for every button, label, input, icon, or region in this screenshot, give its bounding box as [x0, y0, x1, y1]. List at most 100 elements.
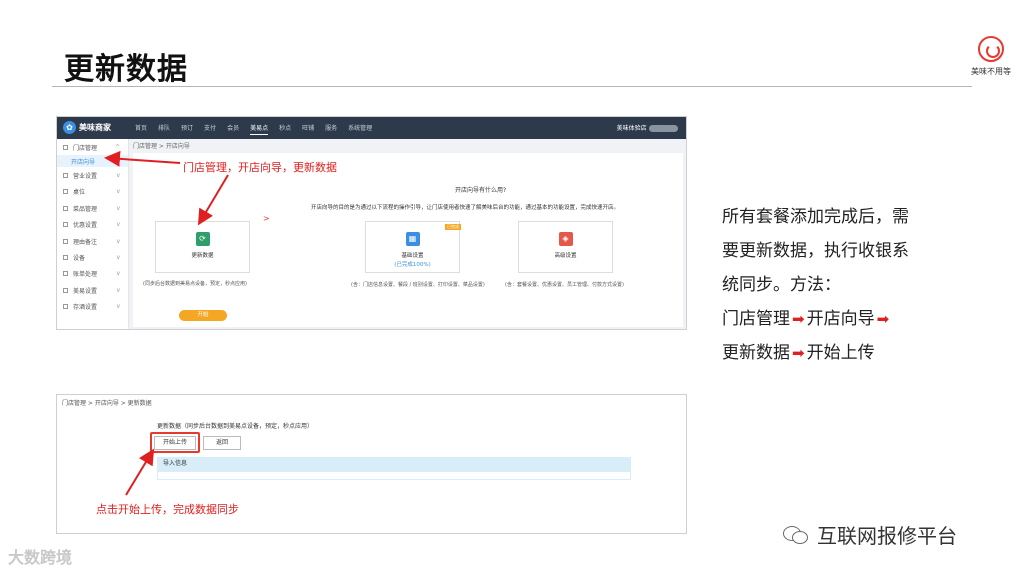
sidebar-item-label: 桌位 [73, 189, 86, 197]
sidebar-item[interactable]: 存酒设置 v [57, 299, 128, 315]
nav-item[interactable]: 排队 [158, 123, 170, 135]
nav-item[interactable]: 旺铺 [302, 123, 314, 135]
highlight-box [150, 432, 200, 453]
card-progress: (已完成100%) [394, 262, 431, 268]
layers-icon: ◈ [558, 232, 573, 246]
sidebar-subitem-open-wizard[interactable]: 开店向导 [57, 155, 128, 168]
menu-icon [63, 271, 68, 277]
sidebar-item-label: 门店管理 [73, 144, 98, 152]
slide-title: 更新数据 [64, 52, 188, 87]
instruction-steps-2: 更新数据 ➡ 开始上传 [722, 336, 942, 370]
nav-item[interactable]: 秒点 [279, 123, 291, 135]
store-name[interactable]: 美味体验店 xxxxxx [617, 123, 678, 132]
menu-icon [63, 144, 68, 150]
step-label: 门店管理 [722, 309, 790, 329]
chevron-icon: v [116, 303, 120, 311]
status-badge: 已完成 [445, 224, 461, 230]
nav-item[interactable]: 美易点 [250, 123, 269, 135]
sidebar-item[interactable]: 营业设置 v [57, 167, 128, 183]
nav-item[interactable]: 预订 [181, 123, 193, 135]
back-button[interactable]: 返回 [203, 436, 241, 450]
step-label: 更新数据 [722, 343, 790, 363]
sidebar-item-label: 营业设置 [73, 173, 98, 181]
card-basic-settings[interactable]: 已完成 ▦ 基础设置 (已完成100%) [365, 221, 461, 273]
step-label: 开始上传 [806, 343, 875, 363]
refresh-icon: ⟳ [195, 232, 210, 246]
sidebar-item-label: 理由备注 [73, 238, 98, 246]
wizard-question-desc: 开店向导的目的是为通过以下流程的操作引导，让门店使用者快速了解美味后台的功能，通… [311, 205, 620, 211]
arrow-right-icon: ➡ [792, 310, 805, 328]
top-navbar: ✿ 美味商家 首页 排队 预订 支付 会员 美易点 秒点 旺铺 服务 系统管理 美味体验店 xxxx… [57, 117, 686, 139]
breadcrumb: 门店管理 > 开店向导 > 更新数据 [62, 400, 152, 407]
import-info-body [157, 471, 631, 480]
chevron-icon: v [116, 270, 120, 278]
sidebar-item[interactable]: 菜品管理 v [57, 200, 128, 216]
card-label: 更新数据 [191, 253, 214, 259]
wechat-account-name: 互联网报修平台 [817, 524, 957, 548]
sidebar-item[interactable]: 优惠设置 v [57, 217, 128, 233]
start-button[interactable]: 开始 [179, 310, 227, 321]
card-update-data[interactable]: ⟳ 更新数据 [155, 221, 250, 273]
sidebar-item-label: 设备 [73, 255, 86, 263]
instruction-line: 统同步。方法： [722, 275, 841, 295]
sidebar-item-label: 存酒设置 [73, 304, 98, 312]
arrow-right-icon: ➡ [876, 310, 890, 328]
nav-item[interactable]: 首页 [135, 123, 147, 135]
logo-text: 美味不用等 [971, 67, 1011, 76]
card-desc: (含：套餐设置、优惠设置、员工管理、付款方式设置) [505, 282, 624, 288]
brand[interactable]: ✿ 美味商家 [63, 121, 111, 134]
wizard-question-title: 开店向导有什么用? [455, 187, 507, 194]
menu-icon [63, 287, 68, 293]
chevron-icon: ^ [114, 143, 120, 151]
chevron-icon: v [116, 221, 120, 229]
sidebar-item-label: 优惠设置 [73, 222, 98, 230]
sidebar-item[interactable]: 美易设置 v [57, 282, 128, 298]
instruction-line: 要更新数据，执行收银系 [722, 241, 909, 261]
arrow-indicator: > [263, 214, 270, 223]
sidebar-item[interactable]: 设备 v [57, 249, 128, 265]
sidebar: 门店管理 ^ 开店向导 营业设置 v 桌位 v 菜品管理 v 优惠设置 v 理由备注 v 设备 v 账单处理 v… [57, 139, 129, 329]
menu-icon [63, 189, 68, 195]
menu-icon [63, 238, 68, 244]
nav-menu: 首页 排队 预订 支付 会员 美易点 秒点 旺铺 服务 系统管理 [135, 123, 383, 135]
brand-name: 美味商家 [79, 123, 111, 132]
annotation-path: 门店管理，开店向导，更新数据 [183, 161, 337, 174]
screenshot-open-store-wizard: ✿ 美味商家 首页 排队 预订 支付 会员 美易点 秒点 旺铺 服务 系统管理 美味体验店 xxxx… [56, 116, 687, 330]
brand-logo: 美味不用等 [966, 36, 1016, 77]
menu-icon [63, 222, 68, 228]
sidebar-item-label: 菜品管理 [73, 205, 98, 213]
watermark: 大数跨境 [8, 548, 73, 567]
sidebar-item[interactable]: 门店管理 ^ [57, 139, 128, 155]
annotation-upload: 点击开始上传，完成数据同步 [96, 503, 239, 516]
wechat-account: 互联网报修平台 [783, 520, 957, 549]
nav-item[interactable]: 服务 [325, 123, 337, 135]
menu-icon [63, 304, 68, 310]
nav-item[interactable]: 会员 [227, 123, 239, 135]
update-data-label: 更新数据（同步后台数据到美易点设备，预定，秒点应用） [157, 423, 314, 430]
nav-item[interactable]: 系统管理 [348, 123, 372, 135]
store-id-masked: xxxxxx [648, 125, 678, 132]
step-label: 开店向导 [806, 309, 875, 329]
chevron-icon: v [116, 286, 120, 294]
wechat-icon [783, 525, 809, 544]
card-desc: (含：门店信息设置、餐段 / 班别设置、打印设置、菜品设置) [351, 282, 485, 288]
store-label: 美味体验店 [616, 125, 647, 132]
chevron-icon: v [116, 237, 120, 245]
sidebar-item[interactable]: 桌位 v [57, 184, 128, 200]
sidebar-item[interactable]: 账单处理 v [57, 266, 128, 282]
instruction-line: 所有套餐添加完成后，需 [722, 207, 909, 227]
card-label: 基础设置 [401, 253, 424, 259]
title-divider [52, 86, 972, 87]
menu-icon [63, 173, 68, 179]
menu-icon [63, 255, 68, 261]
sidebar-item-label: 账单处理 [73, 271, 98, 279]
arrow-right-icon: ➡ [792, 344, 805, 362]
nav-item[interactable]: 支付 [204, 123, 216, 135]
sidebar-item[interactable]: 理由备注 v [57, 233, 128, 249]
chevron-icon: v [116, 254, 120, 262]
logo-icon [978, 36, 1004, 62]
card-desc: (同步后台数据到美易点设备，预定，秒点应用) [143, 281, 247, 287]
card-advanced-settings[interactable]: ◈ 高级设置 [518, 221, 613, 273]
sidebar-item-label: 美易设置 [73, 287, 98, 295]
instructions: 所有套餐添加完成后，需 要更新数据，执行收银系 统同步。方法： 门店管理 ➡ 开店向… [722, 200, 942, 370]
